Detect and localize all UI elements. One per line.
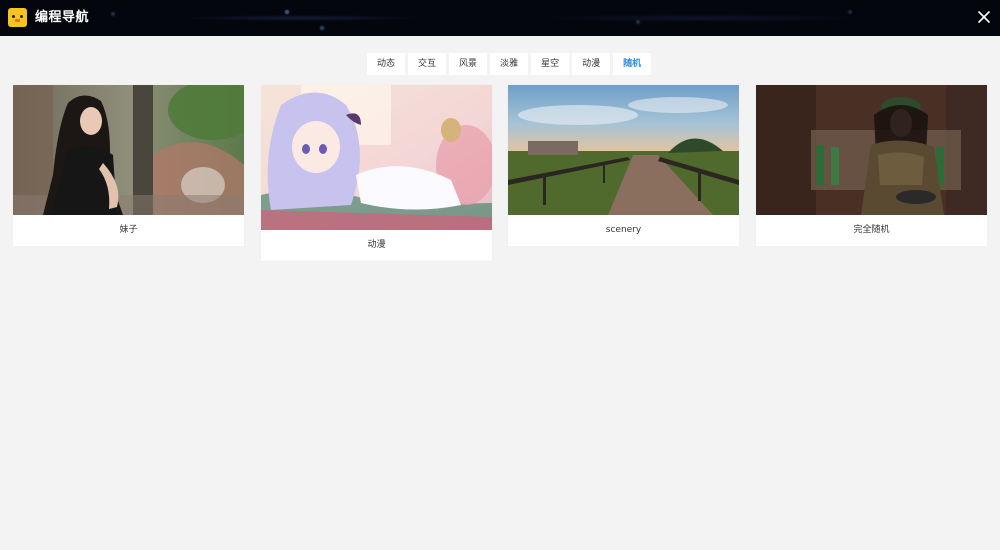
landscape-bridge-photo[interactable] <box>508 85 739 215</box>
card-caption: 完全随机 <box>853 225 890 235</box>
tab-suiji[interactable]: 随机 <box>613 53 652 75</box>
tab-dongman[interactable]: 动漫 <box>572 53 611 75</box>
card-caption: 动漫 <box>367 240 386 250</box>
wallpaper-card-dongman[interactable]: 动漫 <box>261 85 492 261</box>
duck-logo-icon[interactable] <box>8 8 27 27</box>
wallpaper-card-meizi[interactable]: 妹子 <box>13 85 244 246</box>
top-bar: 编程导航 <box>0 0 1000 36</box>
wallpaper-card-scenery[interactable]: scenery <box>508 85 739 246</box>
wallpaper-card-wanquansuiji[interactable]: 完全随机 <box>756 85 987 246</box>
tab-jiaohu[interactable]: 交互 <box>408 53 447 75</box>
portrait-photo[interactable] <box>756 85 987 215</box>
category-tabs: 动态 交互 风景 淡雅 星空 动漫 随机 <box>367 53 654 75</box>
card-caption: 妹子 <box>119 225 138 235</box>
tab-dongtai[interactable]: 动态 <box>367 53 406 75</box>
close-icon[interactable] <box>975 8 993 26</box>
anime-illustration[interactable] <box>261 85 492 230</box>
tab-xingkong[interactable]: 星空 <box>531 53 570 75</box>
tab-fengjing[interactable]: 风景 <box>449 53 488 75</box>
site-title[interactable]: 编程导航 <box>35 9 89 27</box>
portrait-photo[interactable] <box>13 85 244 215</box>
card-caption: scenery <box>605 225 642 235</box>
tab-danya[interactable]: 淡雅 <box>490 53 529 75</box>
